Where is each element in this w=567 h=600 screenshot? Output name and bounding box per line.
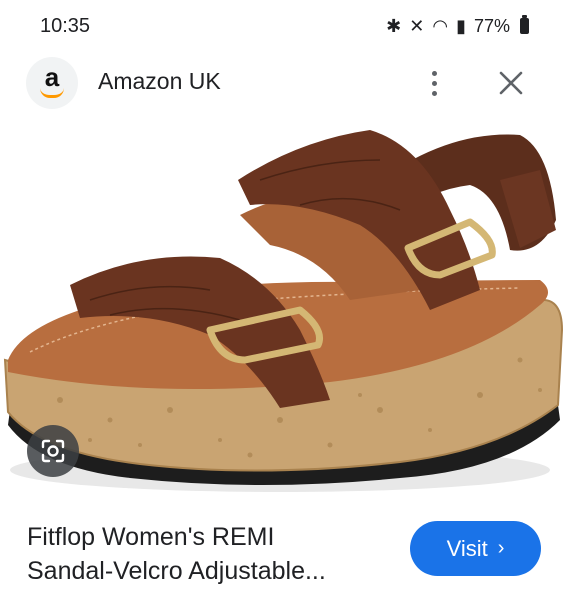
battery-percent: 77% — [473, 15, 510, 36]
visit-button[interactable]: Visit › — [410, 521, 541, 576]
chevron-right-icon: › — [497, 537, 505, 559]
product-title-line2: Sandal-Velcro Adjustable... — [27, 557, 326, 585]
visit-label: Visit — [446, 535, 488, 561]
signal-icon: ▮ — [456, 15, 466, 36]
wifi-icon: ◠ — [432, 15, 449, 36]
lens-icon — [41, 439, 65, 463]
product-title-line1: Fitflop Women's REMI — [27, 523, 275, 551]
site-name[interactable]: Amazon UK — [98, 68, 221, 95]
sandal-illustration — [3, 130, 564, 492]
source-header: a Amazon UK — [0, 52, 567, 114]
mute-icon: ✕ — [409, 15, 425, 36]
close-icon[interactable] — [494, 66, 528, 100]
logo-letter: a — [44, 61, 60, 92]
status-bar: 10:35 ✱ ✕ ◠ ▮ 77% — [0, 0, 567, 52]
status-time: 10:35 — [40, 14, 91, 37]
product-image[interactable] — [0, 114, 567, 506]
bluetooth-icon: ✱ — [386, 15, 402, 36]
battery-icon — [520, 15, 529, 34]
status-icons: ✱ ✕ ◠ ▮ 77% — [386, 15, 529, 37]
amazon-logo[interactable]: a — [26, 57, 78, 109]
logo-smile — [40, 88, 64, 98]
more-vert-icon[interactable] — [420, 66, 448, 100]
google-lens-button[interactable] — [27, 425, 79, 477]
product-title[interactable]: Fitflop Women's REMI Sandal-Velcro Adjus… — [27, 520, 397, 588]
